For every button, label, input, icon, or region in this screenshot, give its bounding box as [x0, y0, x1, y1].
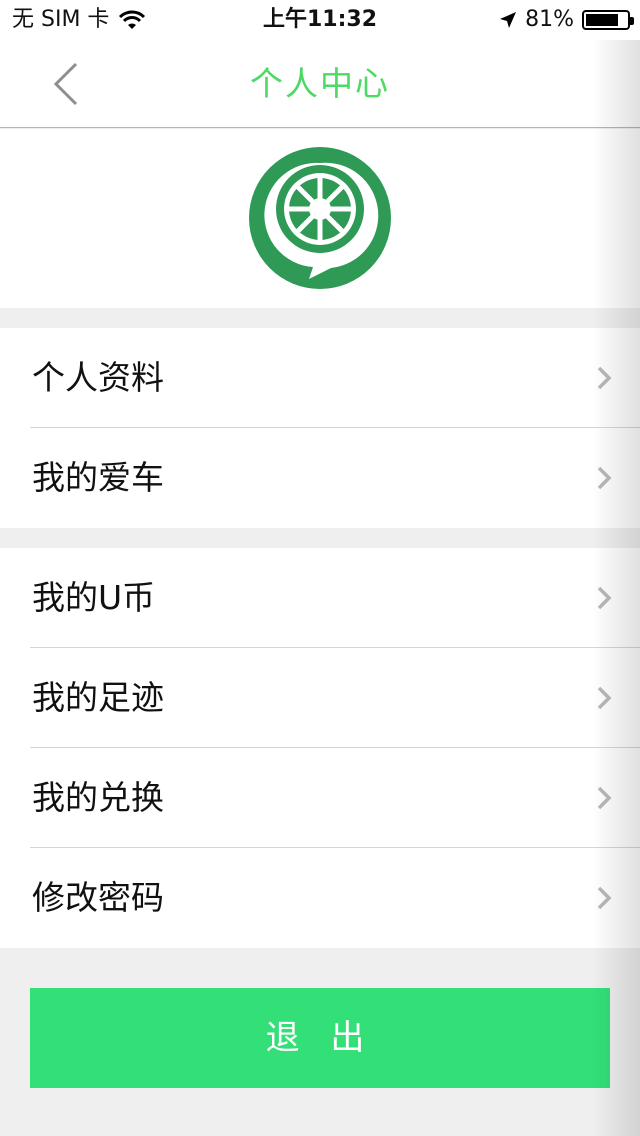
menu-item-my-car[interactable]: 我的爱车 [0, 428, 640, 528]
battery-percent: 81% [525, 7, 574, 32]
location-arrow-icon [500, 12, 517, 28]
menu-item-label: 我的U币 [32, 578, 156, 617]
page-title: 个人中心 [250, 64, 390, 103]
menu-item-label: 个人资料 [32, 358, 164, 397]
chevron-right-icon [597, 886, 612, 910]
logo-section [0, 129, 640, 308]
menu-item-label: 我的足迹 [32, 678, 164, 717]
menu-item-change-password[interactable]: 修改密码 [0, 848, 640, 948]
chevron-right-icon [597, 586, 612, 610]
menu-group-profile: 个人资料 我的爱车 [0, 328, 640, 528]
menu-item-u-coins[interactable]: 我的U币 [0, 548, 640, 648]
menu-group-account: 我的U币 我的足迹 我的兑换 修改密码 [0, 548, 640, 948]
nav-bar: 个人中心 [0, 40, 640, 128]
menu-item-label: 我的兑换 [32, 778, 164, 817]
logout-button[interactable]: 退 出 [30, 988, 610, 1088]
menu-item-label: 修改密码 [32, 878, 164, 917]
chevron-right-icon [597, 786, 612, 810]
chevron-right-icon [597, 686, 612, 710]
menu-item-profile[interactable]: 个人资料 [0, 328, 640, 428]
battery-icon [582, 10, 634, 30]
battery-level [586, 14, 618, 26]
menu-item-exchanges[interactable]: 我的兑换 [0, 748, 640, 848]
wheel-logo-icon [249, 147, 391, 289]
status-bar: 无 SIM 卡 上午11:32 81% [0, 0, 640, 40]
menu-item-label: 我的爱车 [32, 458, 164, 497]
status-right: 81% [499, 0, 634, 40]
chevron-right-icon [597, 466, 612, 490]
chevron-right-icon [597, 366, 612, 390]
menu-item-footprints[interactable]: 我的足迹 [0, 648, 640, 748]
